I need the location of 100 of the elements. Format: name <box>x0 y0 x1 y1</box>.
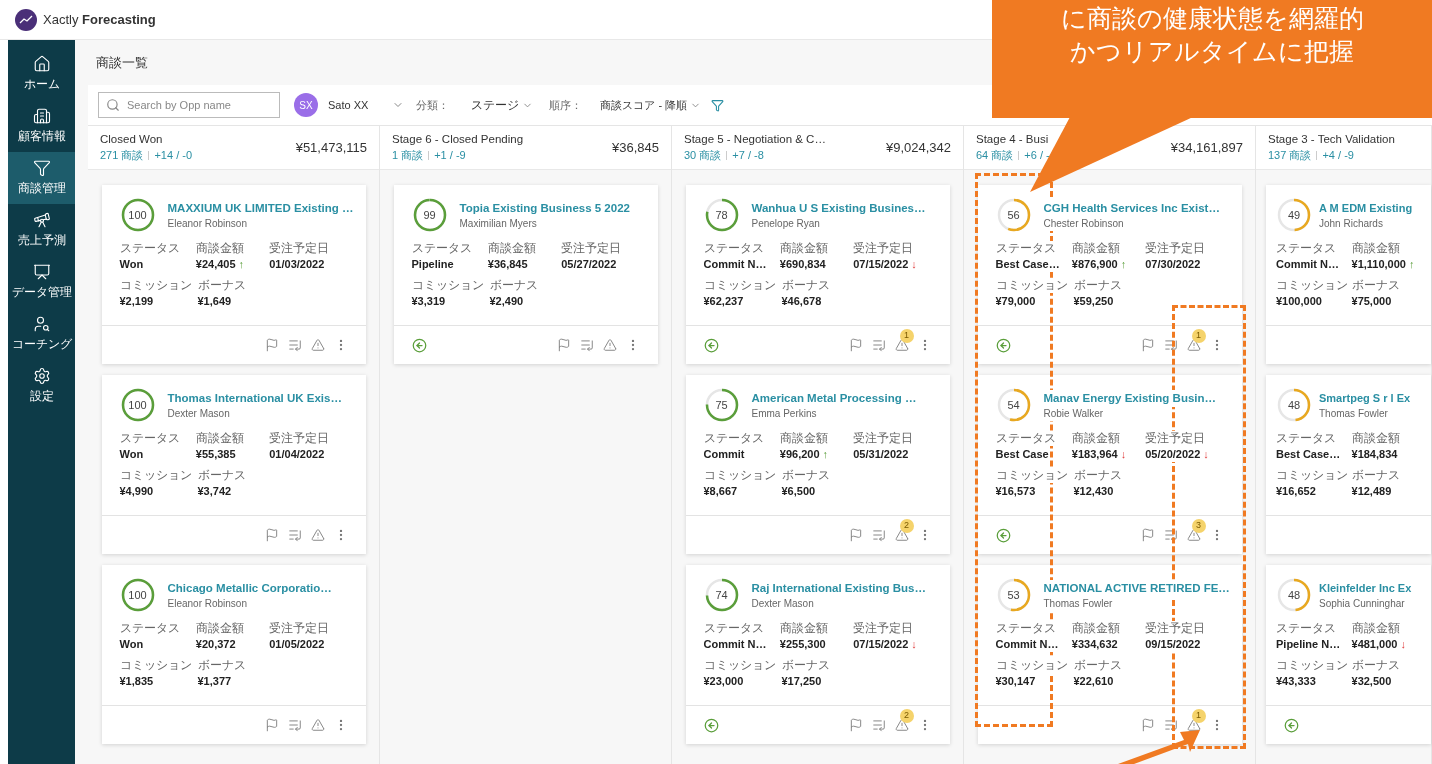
opportunity-card[interactable]: 100 Thomas International UK Exis… Dexter Mason ステータス Won 商談金額 ¥55,385 受注予定日 01/04/2022 コミッション ¥4,990 ボーナス ¥3,742 <box>101 375 366 554</box>
field-label: ステータス <box>703 431 764 446</box>
trend-arrow: ↑ <box>1120 257 1127 272</box>
list-icon[interactable] <box>287 528 302 542</box>
field-label: ボーナス <box>781 658 830 673</box>
warning-icon[interactable] <box>1186 718 1201 732</box>
deal-delta: +6 / - <box>1024 147 1050 163</box>
field-label: ボーナス <box>1073 468 1122 483</box>
score-ring <box>703 387 740 423</box>
field-label: 商談金額 <box>1071 241 1120 256</box>
field-value: Best Case… <box>995 256 1060 272</box>
opportunity-title[interactable]: Manav Energy Existing Busin… <box>1043 389 1217 407</box>
trend-arrow: ↓ <box>911 257 917 272</box>
warning-icon[interactable] <box>1186 338 1201 352</box>
list-icon[interactable] <box>871 718 886 732</box>
score-ring <box>995 387 1032 423</box>
sidebar-item[interactable]: データ管理 <box>8 256 75 308</box>
flag-icon[interactable] <box>848 528 863 542</box>
flag-icon[interactable] <box>848 338 863 352</box>
column-amount: ¥9,024,342 <box>885 138 951 157</box>
flag-icon[interactable] <box>264 718 279 732</box>
settings-icon <box>32 367 51 385</box>
column-title: Stage 4 - Busi <box>976 131 1050 147</box>
field-label: 受注予定日 <box>853 431 914 446</box>
order-dropdown[interactable]: 商談スコア - 降順 <box>600 96 702 114</box>
score-value: 48 <box>1287 588 1301 602</box>
warning-icon[interactable] <box>894 338 909 352</box>
opportunity-card[interactable]: 74 Raj International Existing Bus… Dexter Mason ステータス Commit N… 商談金額 ¥255,300 受注予定日 07/15/2022 ↓ コミッション ¥23,000 ボーナス ¥17,250 2 <box>685 565 950 744</box>
opportunity-card[interactable]: 48 Kleinfelder Inc Ex Sophia Cunninghar ステータス Pipeline N… 商談金額 ¥481,000 ↓ コミッション ¥43,333 ボーナス ¥32,500 <box>1266 565 1431 744</box>
sidebar-item[interactable]: 商談管理 <box>8 152 75 204</box>
sidebar-item[interactable]: 設定 <box>8 360 75 412</box>
field-value: 09/15/2022 <box>1145 636 1201 652</box>
field-label: ステータス <box>995 241 1056 256</box>
score-ring <box>119 577 156 613</box>
opportunity-card[interactable]: 54 Manav Energy Existing Busin… Robie Walker ステータス Best Case 商談金額 ¥183,964 ↓ 受注予定日 05/20/2022 ↓ コミッション ¥16,573 ボーナス ¥12,430 3 <box>977 375 1242 554</box>
field-label: 受注予定日 <box>853 241 914 256</box>
score-ring <box>995 577 1032 613</box>
opportunity-card[interactable]: 49 A M EDM Existing John Richards ステータス Commit N… 商談金額 ¥1,110,000 ↑ コミッション ¥100,000 ボーナス ¥75,000 <box>1266 185 1431 364</box>
field-label: ステータス <box>995 431 1056 446</box>
flag-icon[interactable] <box>556 338 571 352</box>
search-icon <box>106 98 120 112</box>
opportunity-card[interactable]: 48 Smartpeg S r l Ex Thomas Fowler ステータス Best Case… 商談金額 ¥184,834 コミッション ¥16,652 ボーナス ¥12,489 <box>1266 375 1431 554</box>
column-title: Closed Won <box>100 131 164 147</box>
flag-icon[interactable] <box>1140 718 1155 732</box>
column-title: Stage 6 - Closed Pending <box>392 131 524 147</box>
opportunity-card[interactable]: 56 CGH Health Services Inc Exist… Chester Robinson ステータス Best Case… 商談金額 ¥876,900 ↑ 受注予定日 07/30/2022 コミッション ¥79,000 ボーナス ¥59,250 1 <box>977 185 1242 364</box>
warning-icon[interactable] <box>894 528 909 542</box>
trend-arrow: ↓ <box>1120 447 1127 462</box>
list-icon[interactable] <box>1163 528 1178 542</box>
page-title: 商談一覧 <box>96 53 148 72</box>
flag-icon[interactable] <box>1140 338 1155 352</box>
field-label: 商談金額 <box>1071 431 1120 446</box>
field-label: コミッション <box>119 658 192 673</box>
field-label: ボーナス <box>1073 278 1122 293</box>
group-dropdown[interactable]: ステージ <box>471 96 534 114</box>
field-label: ステータス <box>1276 621 1336 636</box>
opportunity-card[interactable]: 100 Chicago Metallic Corporatio… Eleanor Robinson ステータス Won 商談金額 ¥20,372 受注予定日 01/05/2022 コミッション ¥1,835 ボーナス ¥1,377 <box>101 565 366 744</box>
column-title: Stage 5 - Negotiation & C… <box>684 131 826 147</box>
sidebar-item[interactable]: ホーム <box>8 48 75 100</box>
opportunity-title[interactable]: NATIONAL ACTIVE RETIRED FE… <box>1043 579 1230 597</box>
opportunity-title[interactable]: CGH Health Services Inc Exist… <box>1043 199 1220 217</box>
opportunity-card[interactable]: 99 Topia Existing Business 5 2022 Maximilian Myers ステータス Pipeline 商談金額 ¥36,845 受注予定日 05/27/2022 コミッション ¥3,319 ボーナス ¥2,490 <box>393 185 658 364</box>
flag-icon[interactable] <box>264 338 279 352</box>
score-ring <box>1276 197 1312 233</box>
person-icon <box>32 315 51 333</box>
warning-icon[interactable] <box>894 718 909 732</box>
flag-icon[interactable] <box>848 718 863 732</box>
user-avatar[interactable]: SX <box>294 93 318 117</box>
score-ring <box>119 197 156 233</box>
warning-icon[interactable] <box>310 338 325 352</box>
flag-icon[interactable] <box>1140 528 1155 542</box>
sidebar-item[interactable]: 売上予測 <box>8 204 75 256</box>
column-amount: ¥34,161,897 <box>1170 138 1243 157</box>
list-icon[interactable] <box>287 338 302 352</box>
opportunity-card[interactable]: 100 MAXXIUM UK LIMITED Existing … Eleanor Robinson ステータス Won 商談金額 ¥24,405 ↑ 受注予定日 01/03/2022 コミッション ¥2,199 ボーナス ¥1,649 <box>101 185 366 364</box>
field-value: Commit N… <box>995 636 1059 652</box>
sidebar-item[interactable]: 顧客情報 <box>8 100 75 152</box>
search-field[interactable]: Search by Opp name <box>98 92 280 118</box>
warning-icon[interactable] <box>1186 528 1201 542</box>
opportunity-card[interactable]: 75 American Metal Processing … Emma Perkins ステータス Commit 商談金額 ¥96,200 ↑ 受注予定日 05/31/2022 コミッション ¥8,667 ボーナス ¥6,500 2 <box>685 375 950 554</box>
list-icon[interactable] <box>579 338 594 352</box>
opportunity-card[interactable]: 53 NATIONAL ACTIVE RETIRED FE… Thomas Fowler ステータス Commit N… 商談金額 ¥334,632 受注予定日 09/15/2022 コミッション ¥30,147 ボーナス ¥22,610 1 <box>977 565 1242 744</box>
filter-icon[interactable] <box>711 98 725 112</box>
list-icon[interactable] <box>1163 718 1178 732</box>
list-icon[interactable] <box>1163 338 1178 352</box>
list-icon[interactable] <box>871 528 886 542</box>
warning-icon[interactable] <box>310 528 325 542</box>
list-icon[interactable] <box>871 338 886 352</box>
opportunity-card[interactable]: 78 Wanhua U S Existing Busines… Penelope Ryan ステータス Commit N… 商談金額 ¥690,834 受注予定日 07/15/2022 ↓ コミッション ¥62,237 ボーナス ¥46,678 1 <box>685 185 950 364</box>
score-ring <box>703 197 740 233</box>
list-icon[interactable] <box>287 718 302 732</box>
field-label: コミッション <box>411 278 484 293</box>
deal-count: 1 商談 <box>392 147 424 163</box>
score-ring <box>1276 387 1312 423</box>
deal-count: 30 商談 <box>684 147 722 163</box>
alert-count-badge: 1 <box>1191 329 1206 343</box>
sidebar-item[interactable]: コーチング <box>8 308 75 360</box>
flag-icon[interactable] <box>264 528 279 542</box>
warning-icon[interactable] <box>310 718 325 732</box>
warning-icon[interactable] <box>602 338 617 352</box>
